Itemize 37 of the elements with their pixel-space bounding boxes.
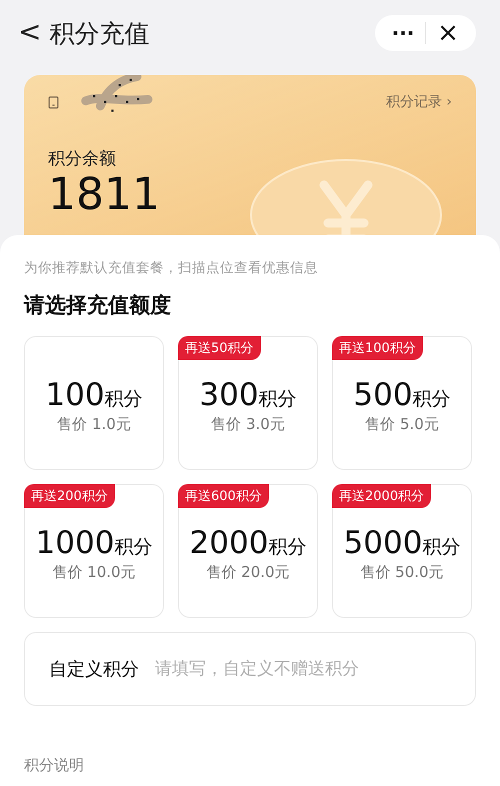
field-label: 自定义积分 [49,658,139,681]
package-amount: 1000积分 [36,525,152,561]
records-link[interactable]: 积分记录 › [386,93,452,111]
package-card[interactable]: 再送600积分 2000积分 售价 20.0元 [178,484,318,618]
bonus-tag: 再送600积分 [178,484,269,508]
back-button[interactable]: < [18,14,50,52]
custom-points-input[interactable]: 请填写，自定义不赠送积分 [153,658,475,680]
bonus-tag: 再送100积分 [332,336,423,360]
package-card[interactable]: 再送2000积分 5000积分 售价 50.0元 [332,484,472,618]
package-price: 售价 1.0元 [57,415,131,434]
package-price: 售价 5.0元 [365,415,439,434]
package-price: 售价 10.0元 [52,563,136,582]
more-button[interactable]: ··· [381,15,425,51]
package-card[interactable]: 再送50积分 300积分 售价 3.0元 [178,336,318,470]
package-amount: 500积分 [353,377,451,413]
package-price: 售价 3.0元 [211,415,285,434]
custom-points-field[interactable]: 自定义积分 请填写，自定义不赠送积分 [24,632,476,706]
hint-text: 为你推荐默认充值套餐，扫描点位查看优惠信息 [24,259,319,277]
package-card[interactable]: 100积分 售价 1.0元 [24,336,164,470]
package-card[interactable]: 再送200积分 1000积分 售价 10.0元 [24,484,164,618]
package-amount: 100积分 [45,377,143,413]
package-card[interactable]: 再送100积分 500积分 售价 5.0元 [332,336,472,470]
balance-label: 积分余额 [48,148,117,170]
balance-value: 1811 [48,170,161,220]
bonus-tag: 再送2000积分 [332,484,432,508]
section-title: 积分说明 [24,756,85,775]
section-title: 请选择充值额度 [24,292,172,319]
package-price: 售价 20.0元 [206,563,290,582]
package-amount: 300积分 [199,377,297,413]
phone-icon [48,96,59,108]
package-price: 售价 50.0元 [360,563,444,582]
bonus-tag: 再送200积分 [24,484,115,508]
bonus-tag: 再送50积分 [178,336,261,360]
package-amount: 2000积分 [190,525,306,561]
package-amount: 5000积分 [344,525,460,561]
close-button[interactable]: × [426,15,470,51]
page-title: 积分充值 [49,18,150,50]
